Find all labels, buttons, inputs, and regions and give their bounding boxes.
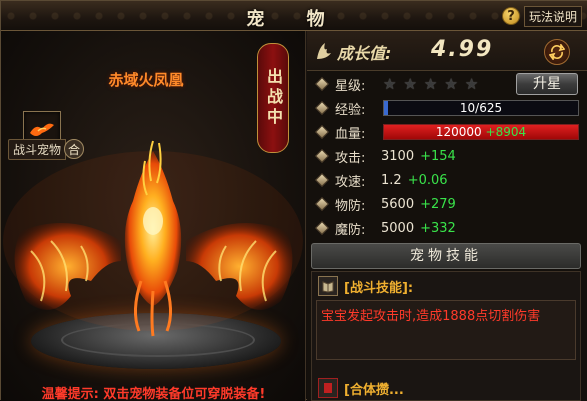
skill-book-icon bbox=[318, 276, 338, 296]
growth-value: 4.99 bbox=[431, 37, 494, 62]
hp-text: 120000 +8904 bbox=[384, 125, 578, 139]
help-button[interactable]: ? 玩法说明 bbox=[501, 5, 582, 27]
window-title: 宠 物 bbox=[246, 9, 343, 30]
hp-value: 120000 bbox=[435, 125, 482, 139]
growth-wing-icon bbox=[317, 43, 331, 59]
battle-skill-desc: 宝宝发起攻击时,造成1888点切割伤害 bbox=[321, 309, 541, 324]
pet-window: 宠 物 ? 玩法说明 赤域火凤凰 战斗宠物 合 出战中 温馨提示: 双击宠物装备… bbox=[0, 0, 587, 401]
diamond-bullet-icon bbox=[314, 76, 330, 92]
star-icon: ★ bbox=[403, 75, 417, 93]
hp-bar: 120000 +8904 bbox=[383, 124, 579, 140]
pdef-bonus: +279 bbox=[420, 196, 456, 212]
help-label[interactable]: 玩法说明 bbox=[523, 5, 582, 27]
pet-stats-panel: 成长值: 4.99 星级: ★ ★ ★ ★ ★ 升星 经验: 10/625 血量… bbox=[307, 31, 587, 401]
hp-bonus: +8904 bbox=[485, 125, 527, 139]
mdef-row: 魔防: 5000 +332 bbox=[307, 217, 587, 239]
speed-label: 攻速: bbox=[335, 174, 366, 190]
pet-display-panel: 赤域火凤凰 战斗宠物 合 出战中 温馨提示: 双击宠物装备位可穿脱装备! bbox=[1, 31, 306, 401]
pdef-label: 物防: bbox=[335, 198, 366, 214]
combo-skill-section: [合体攒... bbox=[318, 378, 404, 398]
battle-skill-title: [战斗技能]: bbox=[344, 280, 414, 296]
refresh-icon bbox=[549, 44, 565, 60]
diamond-bullet-icon bbox=[314, 148, 330, 164]
attack-bonus: +154 bbox=[420, 148, 456, 164]
battle-skill-desc-box: 宝宝发起攻击时,造成1888点切割伤害 bbox=[316, 300, 576, 360]
speed-bonus: +0.06 bbox=[407, 172, 448, 188]
star-rating: ★ ★ ★ ★ ★ bbox=[383, 75, 478, 93]
attack-row: 攻击: 3100 +154 bbox=[307, 145, 587, 167]
star-icon: ★ bbox=[423, 75, 438, 93]
mdef-bonus: +332 bbox=[420, 220, 456, 236]
exp-row: 经验: 10/625 bbox=[307, 97, 587, 119]
diamond-bullet-icon bbox=[314, 124, 330, 140]
pet-skills-tab[interactable]: 宠物技能 bbox=[311, 243, 581, 269]
exp-text: 10/625 bbox=[459, 101, 503, 115]
battle-skill-section: [战斗技能]: bbox=[318, 276, 413, 296]
mdef-label: 魔防: bbox=[335, 222, 366, 238]
tip-text: 温馨提示: 双击宠物装备位可穿脱装备! bbox=[41, 387, 266, 401]
refresh-growth-button[interactable] bbox=[544, 39, 570, 65]
hp-row: 血量: 120000 +8904 bbox=[307, 121, 587, 143]
pdef-value: 5600 bbox=[381, 196, 415, 212]
growth-label: 成长值: bbox=[337, 44, 392, 63]
hp-label: 血量: bbox=[335, 126, 366, 142]
title-bar: 宠 物 ? 玩法说明 bbox=[1, 1, 587, 31]
attack-value: 3100 bbox=[381, 148, 415, 164]
growth-row: 成长值: 4.99 bbox=[307, 31, 587, 71]
speed-value: 1.2 bbox=[381, 172, 402, 188]
mdef-value: 5000 bbox=[381, 220, 415, 236]
pet-name: 赤域火凤凰 bbox=[108, 71, 184, 89]
pdef-row: 物防: 5600 +279 bbox=[307, 193, 587, 215]
phoenix-pet-image bbox=[3, 140, 303, 337]
skills-box: [战斗技能]: 宝宝发起攻击时,造成1888点切割伤害 [合体攒... bbox=[311, 271, 581, 401]
star-row: 星级: ★ ★ ★ ★ ★ 升星 bbox=[307, 73, 587, 95]
star-icon: ★ bbox=[464, 75, 479, 93]
attack-label: 攻击: bbox=[335, 150, 366, 166]
exp-label: 经验: bbox=[335, 102, 366, 118]
diamond-bullet-icon bbox=[314, 196, 330, 212]
exp-bar: 10/625 bbox=[383, 100, 579, 116]
diamond-bullet-icon bbox=[314, 220, 330, 236]
star-label: 星级: bbox=[335, 78, 366, 94]
combo-skill-title: [合体攒... bbox=[344, 382, 404, 398]
diamond-bullet-icon bbox=[314, 172, 330, 188]
question-icon[interactable]: ? bbox=[501, 7, 520, 25]
star-icon: ★ bbox=[444, 75, 458, 93]
upgrade-star-button[interactable]: 升星 bbox=[516, 73, 578, 95]
combo-skill-icon bbox=[318, 378, 338, 398]
speed-row: 攻速: 1.2 +0.06 bbox=[307, 169, 587, 191]
star-icon: ★ bbox=[383, 75, 397, 93]
diamond-bullet-icon bbox=[314, 100, 330, 116]
